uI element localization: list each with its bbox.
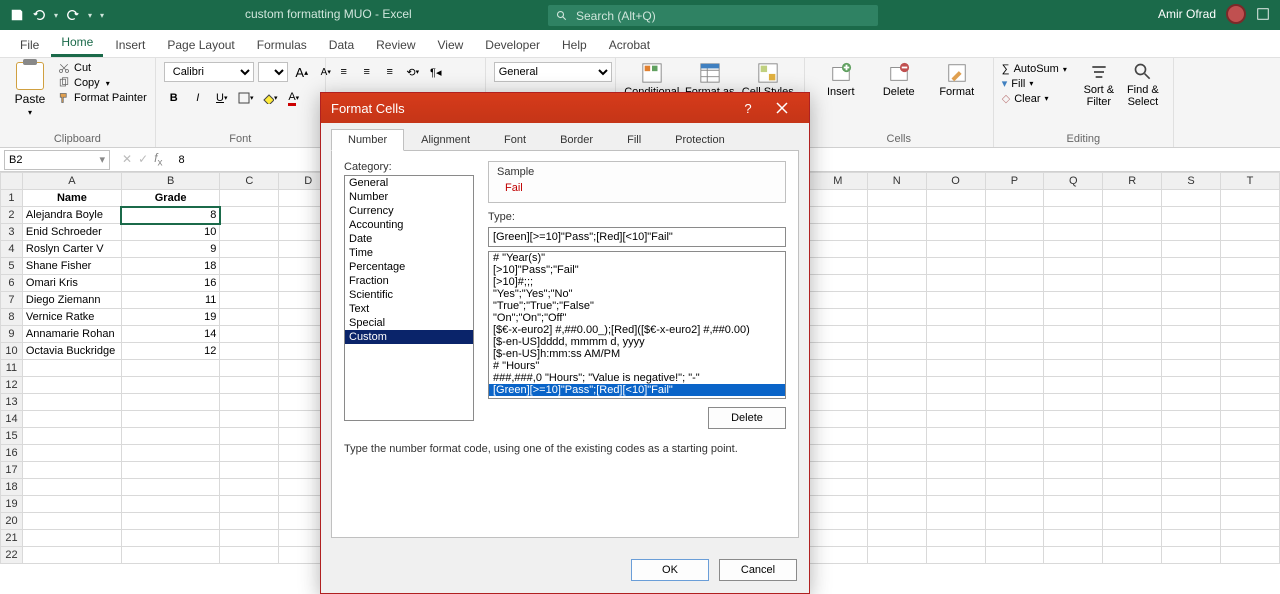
dialog-help-button[interactable]: ? xyxy=(731,93,765,123)
dialog-tab-alignment[interactable]: Alignment xyxy=(404,129,487,151)
category-item-text[interactable]: Text xyxy=(345,302,473,316)
category-item-currency[interactable]: Currency xyxy=(345,204,473,218)
dialog-tab-protection[interactable]: Protection xyxy=(658,129,742,151)
sample-value: Fail xyxy=(497,178,777,194)
category-label: Category: xyxy=(344,161,474,175)
category-item-time[interactable]: Time xyxy=(345,246,473,260)
category-list[interactable]: GeneralNumberCurrencyAccountingDateTimeP… xyxy=(344,175,474,421)
category-item-fraction[interactable]: Fraction xyxy=(345,274,473,288)
type-item-5[interactable]: "On";"On";"Off" xyxy=(489,312,785,324)
dialog-tab-border[interactable]: Border xyxy=(543,129,610,151)
cancel-button[interactable]: Cancel xyxy=(719,559,797,581)
type-item-3[interactable]: "Yes";"Yes";"No" xyxy=(489,288,785,300)
category-item-scientific[interactable]: Scientific xyxy=(345,288,473,302)
dialog-tab-font[interactable]: Font xyxy=(487,129,543,151)
category-item-accounting[interactable]: Accounting xyxy=(345,218,473,232)
type-item-7[interactable]: [$-en-US]dddd, mmmm d, yyyy xyxy=(489,336,785,348)
type-label: Type: xyxy=(488,211,786,225)
type-item-2[interactable]: [>10]#;;; xyxy=(489,276,785,288)
type-item-6[interactable]: [$€-x-euro2] #,##0.00_);[Red]([$€-x-euro… xyxy=(489,324,785,336)
dialog-tabs: NumberAlignmentFontBorderFillProtection xyxy=(321,123,809,151)
category-item-percentage[interactable]: Percentage xyxy=(345,260,473,274)
type-item-0[interactable]: # "Year(s)" xyxy=(489,252,785,264)
category-item-general[interactable]: General xyxy=(345,176,473,190)
type-item-10[interactable]: ###,###,0 "Hours"; "Value is negative!";… xyxy=(489,372,785,384)
type-item-11[interactable]: [Green][>=10]"Pass";[Red][<10]"Fail" xyxy=(489,384,785,396)
dialog-titlebar[interactable]: Format Cells ? xyxy=(321,93,809,123)
type-item-9[interactable]: # "Hours" xyxy=(489,360,785,372)
type-list[interactable]: # "Year(s)"[>10]"Pass";"Fail"[>10]#;;;"Y… xyxy=(488,251,786,399)
category-item-custom[interactable]: Custom xyxy=(345,330,473,344)
delete-type-button[interactable]: Delete xyxy=(708,407,786,429)
category-item-special[interactable]: Special xyxy=(345,316,473,330)
dialog-close-button[interactable] xyxy=(765,93,799,123)
format-cells-dialog: Format Cells ? NumberAlignmentFontBorder… xyxy=(320,92,810,594)
ok-button[interactable]: OK xyxy=(631,559,709,581)
dialog-hint: Type the number format code, using one o… xyxy=(344,429,786,455)
category-item-date[interactable]: Date xyxy=(345,232,473,246)
type-item-8[interactable]: [$-en-US]h:mm:ss AM/PM xyxy=(489,348,785,360)
type-input[interactable] xyxy=(488,227,786,247)
dialog-title: Format Cells xyxy=(331,101,731,116)
category-item-number[interactable]: Number xyxy=(345,190,473,204)
dialog-tab-fill[interactable]: Fill xyxy=(610,129,658,151)
sample-label: Sample xyxy=(497,166,777,178)
sample-box: Sample Fail xyxy=(488,161,786,203)
type-item-1[interactable]: [>10]"Pass";"Fail" xyxy=(489,264,785,276)
close-icon xyxy=(776,102,788,114)
dialog-tab-number[interactable]: Number xyxy=(331,129,404,151)
type-item-4[interactable]: "True";"True";"False" xyxy=(489,300,785,312)
